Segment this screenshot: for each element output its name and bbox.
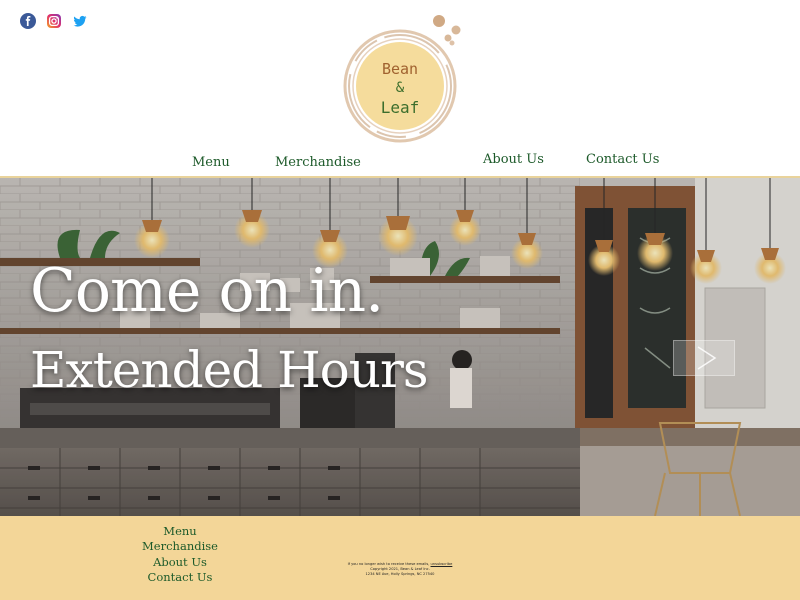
instagram-icon[interactable]: [46, 13, 62, 29]
footer-nav: Menu Merchandise About Us Contact Us: [140, 524, 220, 585]
footer-contact-link[interactable]: Contact Us: [140, 570, 220, 585]
twitter-icon[interactable]: [72, 13, 88, 29]
footer-merchandise-link[interactable]: Merchandise: [140, 539, 220, 554]
nav-about-link[interactable]: About Us: [483, 152, 544, 167]
nav-merchandise-link[interactable]: Merchandise: [275, 155, 361, 170]
logo-text-ampersand: &: [396, 80, 405, 96]
unsubscribe-link[interactable]: unsubscribe: [431, 562, 453, 566]
hero-heading-line1: Come on in.: [30, 256, 384, 326]
bean-and-leaf-logo[interactable]: Bean & Leaf: [340, 12, 470, 144]
hero-banner: Come on in. Extended Hours: [0, 178, 800, 516]
site-header: Bean & Leaf Menu Merchandise About Us Co…: [0, 0, 800, 177]
site-footer: Menu Merchandise About Us Contact Us If …: [0, 516, 800, 600]
unsubscribe-text: If you no longer wish to receive these e…: [347, 562, 430, 566]
hero-heading-line2: Extended Hours: [30, 341, 429, 399]
address-text: 1234 NE Ave, Holly Springs, NC 27540: [365, 572, 435, 576]
footer-fineprint: If you no longer wish to receive these e…: [330, 562, 470, 577]
chevron-right-icon: [697, 346, 717, 370]
nav-contact-link[interactable]: Contact Us: [586, 152, 659, 167]
logo-text-leaf: Leaf: [381, 98, 420, 117]
footer-menu-link[interactable]: Menu: [140, 524, 220, 539]
social-links: [20, 13, 88, 29]
carousel-next-button[interactable]: [673, 340, 735, 376]
logo-text-bean: Bean: [382, 60, 418, 78]
nav-menu-link[interactable]: Menu: [192, 155, 230, 170]
facebook-icon[interactable]: [20, 13, 36, 29]
footer-about-link[interactable]: About Us: [140, 555, 220, 570]
